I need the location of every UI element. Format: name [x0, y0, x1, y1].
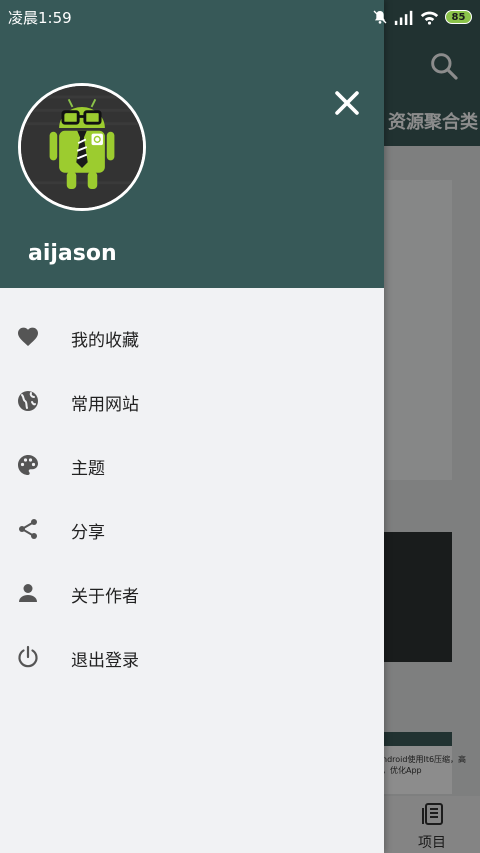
menu-item-label: 主题: [71, 459, 105, 479]
menu-item-websites[interactable]: 常用网站: [0, 369, 384, 433]
username: aijason: [28, 241, 117, 266]
status-time: 凌晨1:59: [8, 9, 72, 27]
palette-icon: [18, 455, 38, 475]
person-icon: [19, 584, 37, 602]
android-robot-icon: [21, 86, 143, 208]
menu-item-favorites[interactable]: 我的收藏: [0, 305, 384, 369]
power-icon: [18, 645, 38, 668]
status-icons: 85: [372, 8, 472, 26]
drawer-menu: 我的收藏 常用网站 主题 分享 关于作者 退出登录: [0, 305, 384, 689]
heart-icon: [18, 327, 38, 346]
close-icon[interactable]: [330, 86, 364, 120]
share-icon: [19, 519, 37, 539]
menu-item-theme[interactable]: 主题: [0, 433, 384, 497]
menu-item-logout[interactable]: 退出登录: [0, 625, 384, 689]
navigation-drawer: aijason 我的收藏 常用网站 主题 分享 关于作者 退出登录: [0, 0, 384, 853]
globe-icon: [18, 391, 38, 411]
avatar[interactable]: [18, 83, 146, 211]
signal-icon: [394, 10, 413, 25]
battery-icon: 85: [445, 10, 472, 24]
mute-bell-icon: [373, 10, 387, 24]
menu-item-about[interactable]: 关于作者: [0, 561, 384, 625]
menu-item-label: 常用网站: [71, 395, 139, 415]
drawer-header: aijason: [0, 0, 384, 288]
menu-item-label: 关于作者: [71, 587, 139, 607]
status-bar: 凌晨1:59 85: [0, 0, 480, 34]
menu-item-label: 退出登录: [71, 651, 139, 671]
menu-item-label: 我的收藏: [71, 331, 139, 351]
menu-item-share[interactable]: 分享: [0, 497, 384, 561]
wifi-icon: [420, 11, 439, 25]
menu-item-label: 分享: [71, 523, 105, 543]
